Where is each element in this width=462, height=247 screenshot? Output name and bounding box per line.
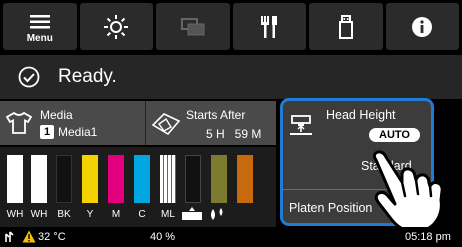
media-label: Media [40,108,73,122]
temperature-value: 32 °C [38,231,66,243]
ink-bar-wash [185,155,201,203]
maintenance-icon [104,14,129,39]
ink-bar-ml [160,155,176,203]
media-slot-badge: 1 [40,125,54,139]
ink-label-c: C [138,209,146,220]
ink-bar-olive [211,155,227,203]
info-icon [412,16,433,37]
head-height-mode-badge: AUTO [369,125,420,143]
starts-after-label: Starts After [186,108,246,122]
info-button[interactable] [385,3,459,50]
ink-label-bk: BK [57,209,71,220]
ink-bar-c [134,155,150,203]
hand-pointer-icon [372,150,444,234]
shirt-timer-icon [151,113,181,136]
maintenance-button[interactable] [79,3,153,50]
ink-bar-wh1 [7,155,23,203]
connection-icon [5,231,14,242]
usb-button[interactable] [309,3,383,50]
status-text: Ready. [58,66,117,87]
ink-bar-y [82,155,98,203]
bottom-status-bar: 32 °C 40 % 05:18 pm [0,227,462,247]
menu-button[interactable]: Menu [3,3,77,50]
ink-label-ml: ML [161,209,175,220]
ink-drop-icon [211,208,223,220]
starts-after-panel: Starts After 5 H 59 M [146,101,276,145]
ink-bar-orange [237,155,253,203]
head-height-label: Head Height [326,108,396,122]
tools-icon [261,15,278,38]
tools-button[interactable] [232,3,306,50]
status-bar: Ready. [0,55,462,99]
print-queue-button[interactable] [156,3,230,50]
menu-icon [29,14,50,28]
usb-icon [338,14,353,39]
check-icon [18,66,40,88]
ink-bar-m [108,155,124,203]
top-toolbar: Menu [0,0,462,52]
media-panel[interactable]: Media 1 Media1 [0,101,146,145]
ink-label-y: Y [86,209,94,220]
head-height-mode: AUTO [369,128,420,142]
tshirt-icon [5,111,33,134]
ink-label-wh2: WH [30,209,48,220]
clock-time: 05:18 pm [405,231,451,243]
ink-bar-wh2 [31,155,47,203]
platen-position-label: Platen Position [289,201,373,215]
ink-label-wh1: WH [6,209,24,220]
menu-label: Menu [26,33,53,44]
ink-levels-panel[interactable]: WH WH BK Y M C ML [0,147,276,227]
humidity-value: 40 % [150,231,176,243]
warning-icon [22,230,36,243]
media-name: Media1 [58,125,98,139]
waste-tank-icon [182,207,202,220]
starts-after-time: 5 H 59 M [206,127,262,141]
ink-label-m: M [111,209,121,220]
ink-bar-bk [56,155,72,203]
head-height-icon [290,115,312,135]
print-queue-icon [180,17,205,35]
